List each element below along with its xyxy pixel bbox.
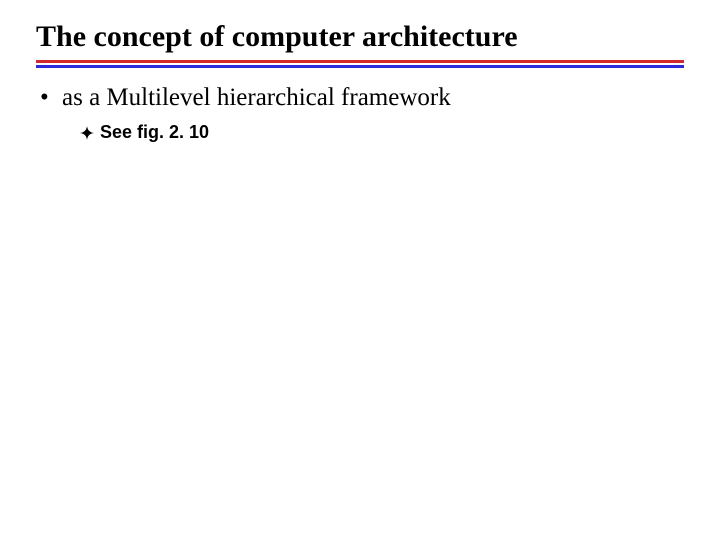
bullet-level-1-text: as a Multilevel hierarchical framework (62, 84, 451, 112)
bullet-marker: • (40, 84, 62, 112)
slide-title: The concept of computer architecture (36, 20, 684, 58)
rule-blue (36, 65, 684, 68)
bullet-level-2: See fig. 2. 10 (80, 122, 684, 143)
four-point-diamond-icon (80, 126, 94, 140)
bullet-level-1: • as a Multilevel hierarchical framework (40, 84, 684, 112)
bullet-level-2-text: See fig. 2. 10 (100, 122, 209, 143)
title-underline (36, 60, 684, 68)
slide: The concept of computer architecture • a… (0, 0, 720, 540)
slide-body: • as a Multilevel hierarchical framework… (36, 84, 684, 143)
rule-red (36, 60, 684, 63)
